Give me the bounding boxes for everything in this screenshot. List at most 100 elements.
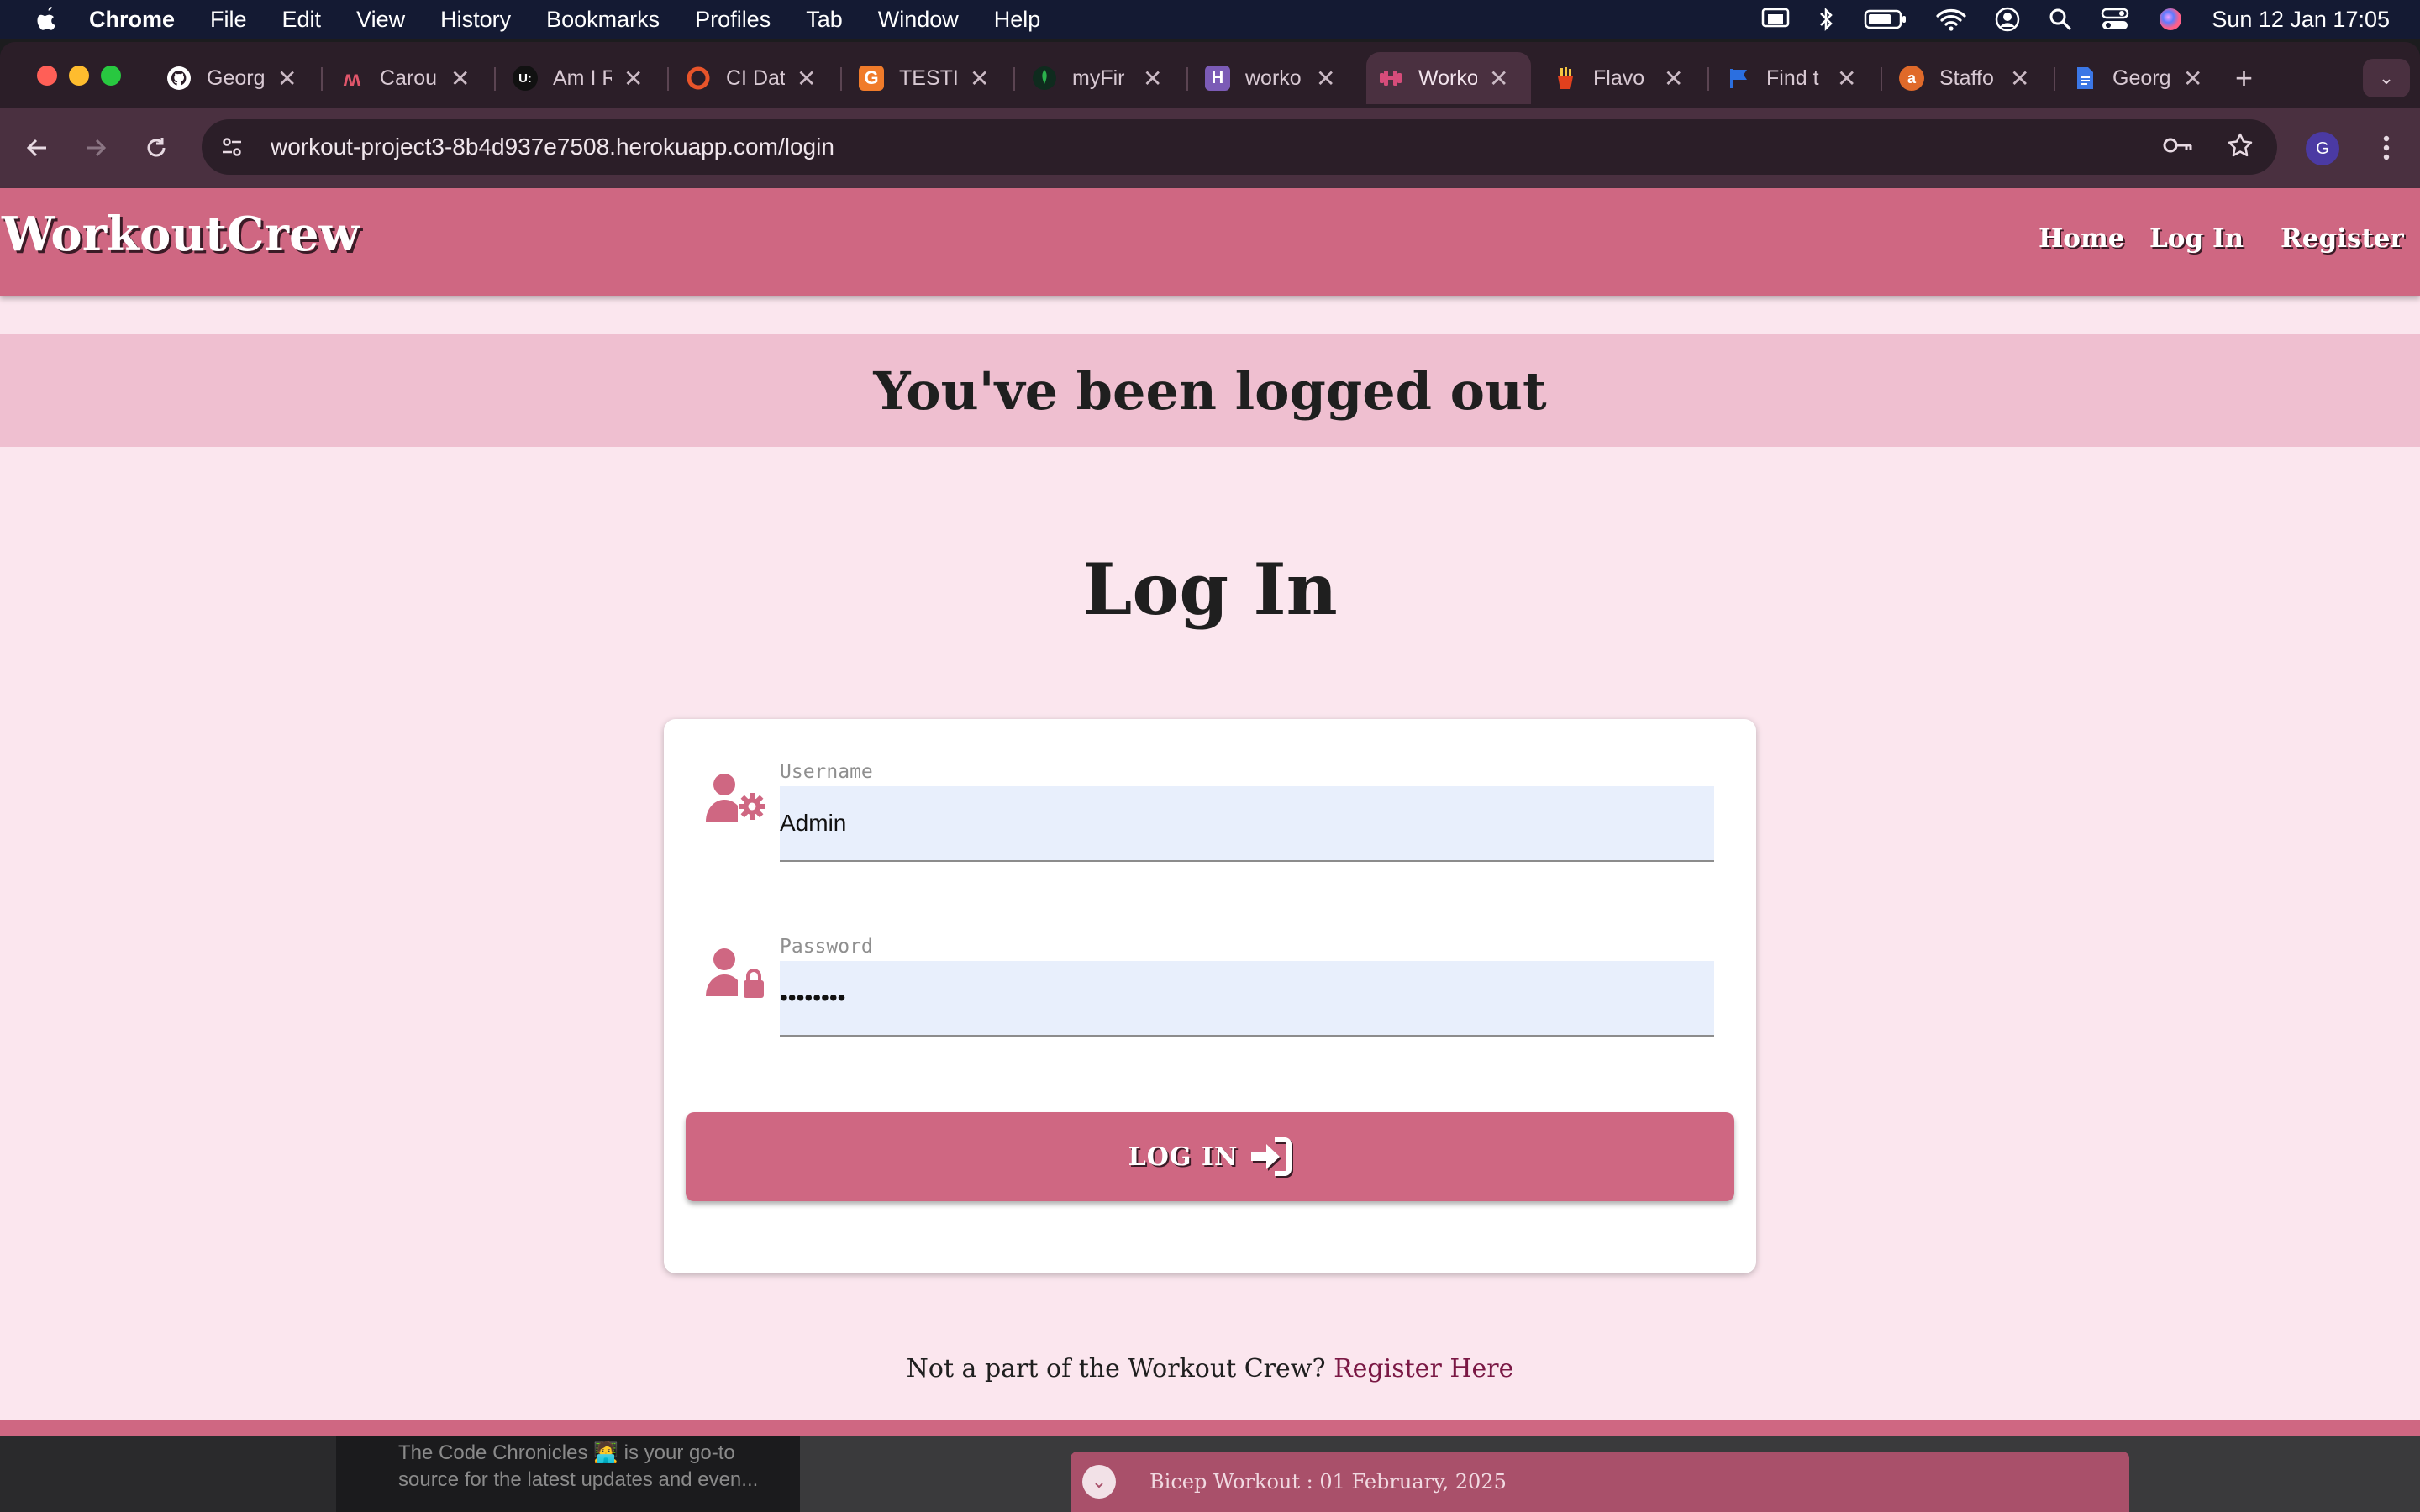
menu-help[interactable]: Help	[994, 7, 1041, 33]
tab-title: CI Dat	[726, 66, 785, 90]
control-center-icon[interactable]	[2101, 8, 2129, 31]
reload-button[interactable]	[136, 128, 176, 168]
tab-flavor[interactable]: Flavo ✕	[1541, 52, 1683, 104]
login-submit-button[interactable]: LOG IN	[686, 1112, 1734, 1201]
menu-chrome[interactable]: Chrome	[89, 7, 175, 33]
background-windows: The Code Chronicles 🧑‍💻 is your go-to so…	[0, 1436, 2420, 1512]
tab-title: Carou	[380, 66, 438, 90]
tab-workoutcrew-active[interactable]: Worko ✕	[1366, 52, 1531, 104]
close-tab-icon[interactable]: ✕	[797, 65, 816, 92]
site-navbar: WorkoutCrew Home Log In Register	[0, 188, 2420, 296]
bluetooth-icon[interactable]	[1818, 7, 1835, 32]
close-tab-icon[interactable]: ✕	[2183, 65, 2202, 92]
testing-icon: G	[859, 66, 884, 91]
profile-avatar[interactable]: G	[2306, 132, 2339, 165]
tab-strip: Georg ✕ ʍ Carou ✕ U: Am I R ✕ CI Dat ✕ G…	[0, 42, 2420, 108]
tab-github[interactable]: Georg ✕	[155, 52, 297, 104]
menu-profiles[interactable]: Profiles	[695, 7, 771, 33]
ring-icon	[686, 66, 711, 91]
tab-find[interactable]: Find t ✕	[1714, 52, 1856, 104]
chevron-down-icon: ⌄	[1082, 1465, 1116, 1499]
user-account-icon[interactable]	[1995, 7, 2020, 32]
close-tab-icon[interactable]: ✕	[1143, 65, 1162, 92]
password-label: Password	[780, 936, 873, 958]
url-text[interactable]: workout-project3-8b4d937e7508.herokuapp.…	[271, 134, 834, 160]
password-input[interactable]	[780, 961, 1714, 1037]
background-text-line: The Code Chronicles 🧑‍💻 is your go-to	[398, 1441, 735, 1464]
wifi-icon[interactable]	[1936, 8, 1966, 31]
close-tab-icon[interactable]: ✕	[277, 65, 297, 92]
login-form-card: Username Password LOG IN	[664, 719, 1756, 1273]
close-tab-icon[interactable]: ✕	[1664, 65, 1683, 92]
close-tab-icon[interactable]: ✕	[1489, 65, 1508, 92]
tab-title: Staffo	[1939, 66, 1994, 90]
apple-menu-icon[interactable]	[30, 3, 64, 36]
tab-staffo[interactable]: a Staffo ✕	[1887, 52, 2029, 104]
fullscreen-window-button[interactable]	[101, 66, 121, 86]
minimize-window-button[interactable]	[69, 66, 89, 86]
background-text-line: source for the latest updates and even..…	[398, 1468, 759, 1491]
nav-login-link[interactable]: Log In	[2149, 223, 2244, 254]
chrome-menu-icon[interactable]	[2370, 131, 2403, 165]
tab-mongodb[interactable]: myFir ✕	[1020, 52, 1162, 104]
password-key-icon[interactable]	[2163, 135, 2193, 160]
user-lock-icon	[704, 944, 771, 1003]
back-button[interactable]	[17, 128, 57, 168]
heroku-icon: H	[1205, 66, 1230, 91]
menu-tab[interactable]: Tab	[806, 7, 843, 33]
flag-icon	[1726, 66, 1751, 91]
new-tab-button[interactable]: +	[2235, 60, 2253, 96]
tab-title: worko	[1245, 66, 1302, 90]
menu-history[interactable]: History	[440, 7, 511, 33]
menu-file[interactable]: File	[210, 7, 247, 33]
menu-bookmarks[interactable]: Bookmarks	[546, 7, 660, 33]
tab-separator	[2054, 67, 2055, 91]
site-brand-logo[interactable]: WorkoutCrew	[2, 207, 360, 262]
close-window-button[interactable]	[37, 66, 57, 86]
tab-title: Georg	[207, 66, 266, 90]
close-tab-icon[interactable]: ✕	[2010, 65, 2029, 92]
site-settings-icon[interactable]	[213, 129, 250, 165]
menu-edit[interactable]: Edit	[282, 7, 322, 33]
user-gear-icon	[704, 769, 771, 828]
tab-title: Worko	[1418, 66, 1477, 90]
spotlight-search-icon[interactable]	[2049, 8, 2072, 31]
tab-title: Georg	[2112, 66, 2171, 90]
close-tab-icon[interactable]: ✕	[1316, 65, 1335, 92]
close-tab-icon[interactable]: ✕	[623, 65, 643, 92]
forward-button[interactable]	[76, 128, 116, 168]
chrome-window: Georg ✕ ʍ Carou ✕ U: Am I R ✕ CI Dat ✕ G…	[0, 42, 2420, 1436]
username-input[interactable]	[780, 786, 1714, 862]
tab-separator	[1013, 67, 1015, 91]
tab-title: myFir	[1072, 66, 1125, 90]
close-tab-icon[interactable]: ✕	[970, 65, 989, 92]
tab-ci-data[interactable]: CI Dat ✕	[674, 52, 816, 104]
tab-title: Am I R	[553, 66, 612, 90]
menu-window[interactable]: Window	[878, 7, 959, 33]
macos-menu-bar: Chrome File Edit View History Bookmarks …	[0, 0, 2420, 39]
register-here-link[interactable]: Register Here	[1334, 1354, 1513, 1383]
bookmark-star-icon[interactable]	[2227, 132, 2254, 163]
nav-home-link[interactable]: Home	[2039, 223, 2125, 254]
close-tab-icon[interactable]: ✕	[1837, 65, 1856, 92]
tab-am-i-responsive[interactable]: U: Am I R ✕	[501, 52, 643, 104]
tab-carousel[interactable]: ʍ Carou ✕	[328, 52, 471, 104]
tab-google-docs[interactable]: Georg ✕	[2060, 52, 2202, 104]
tab-title: Find t	[1766, 66, 1819, 90]
menu-view[interactable]: View	[356, 7, 405, 33]
am-i-responsive-icon: U:	[513, 66, 538, 91]
address-bar[interactable]: workout-project3-8b4d937e7508.herokuapp.…	[202, 119, 2277, 175]
tab-testing[interactable]: G TESTI ✕	[847, 52, 989, 104]
tab-heroku[interactable]: H worko ✕	[1193, 52, 1335, 104]
battery-icon[interactable]	[1864, 8, 1907, 30]
tab-separator	[840, 67, 842, 91]
screen-mirroring-icon[interactable]	[1761, 8, 1790, 31]
tab-search-button[interactable]: ⌄	[2363, 59, 2410, 97]
tab-separator	[667, 67, 669, 91]
nav-register-link[interactable]: Register	[2281, 223, 2404, 254]
site-footer-bar	[0, 1420, 2420, 1436]
close-tab-icon[interactable]: ✕	[450, 65, 470, 92]
menubar-clock[interactable]: Sun 12 Jan 17:05	[2212, 7, 2390, 33]
github-icon	[166, 66, 192, 91]
siri-icon[interactable]	[2158, 7, 2183, 32]
